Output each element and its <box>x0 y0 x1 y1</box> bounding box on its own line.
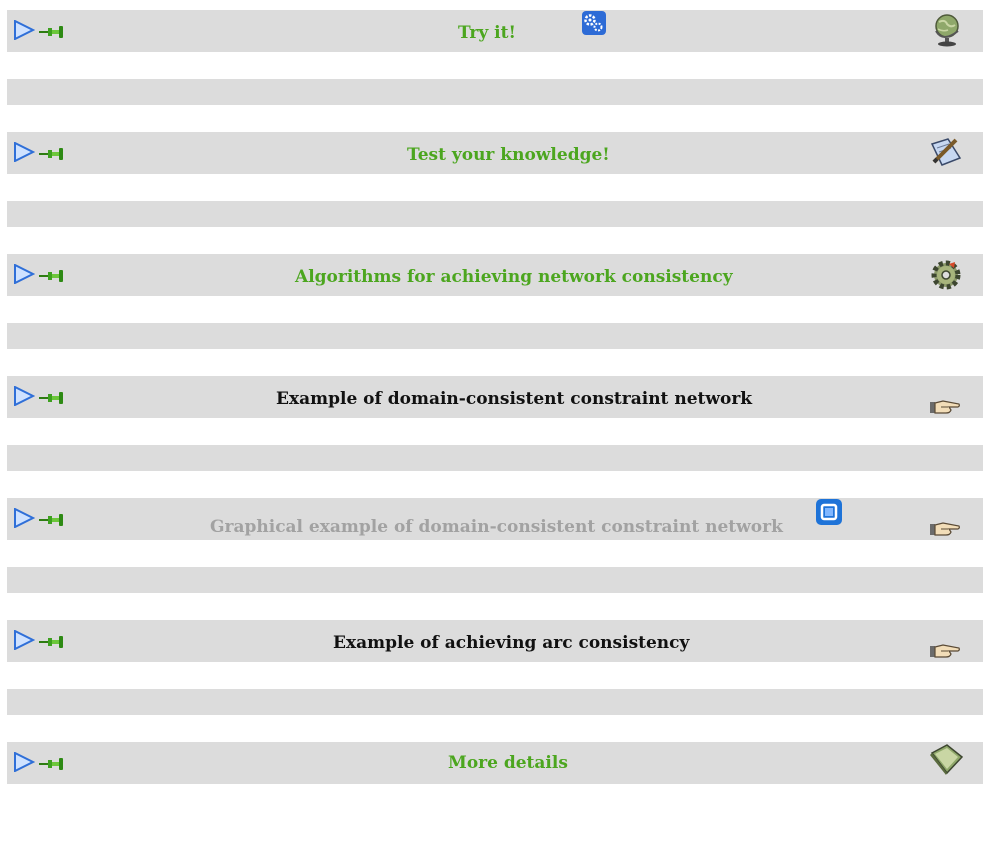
pencil-paper-icon[interactable] <box>928 136 964 168</box>
section-header[interactable]: Example of achieving arc consistency <box>7 620 983 662</box>
section-body <box>7 52 983 79</box>
section-arc-consistency: Example of achieving arc consistency <box>7 620 983 742</box>
section-title[interactable]: Try it! <box>458 23 516 43</box>
expand-arrow-icon[interactable] <box>13 386 35 406</box>
section-footer <box>7 79 983 105</box>
pointing-hand-icon[interactable] <box>929 398 961 416</box>
pin-icon[interactable] <box>38 146 66 162</box>
section-footer <box>7 445 983 471</box>
section-footer <box>7 567 983 593</box>
section-algorithms: Algorithms for achieving network consist… <box>7 254 983 376</box>
section-body <box>7 296 983 323</box>
section-graphical-example: Graphical example of domain-consistent c… <box>7 498 983 620</box>
section-body <box>7 418 983 445</box>
section-header[interactable]: Graphical example of domain-consistent c… <box>7 498 983 540</box>
pointing-hand-icon[interactable] <box>929 642 961 660</box>
section-title[interactable]: More details <box>448 753 568 773</box>
section-header[interactable]: Algorithms for achieving network consist… <box>7 254 983 296</box>
section-try-it: Try it! <box>7 10 983 132</box>
section-header[interactable]: More details <box>7 742 983 784</box>
section-body <box>7 540 983 567</box>
section-title[interactable]: Graphical example of domain-consistent c… <box>210 517 783 537</box>
expand-arrow-icon[interactable] <box>13 752 35 772</box>
section-title[interactable]: Algorithms for achieving network consist… <box>295 267 733 287</box>
cog-icon[interactable] <box>929 258 963 292</box>
section-header[interactable]: Test your knowledge! <box>7 132 983 174</box>
pin-icon[interactable] <box>38 634 66 650</box>
expand-arrow-icon[interactable] <box>13 630 35 650</box>
book-icon[interactable] <box>929 743 965 775</box>
section-body <box>7 174 983 201</box>
gears-icon[interactable] <box>582 11 606 35</box>
pin-icon[interactable] <box>38 512 66 528</box>
globe-icon[interactable] <box>933 13 961 47</box>
section-test-knowledge: Test your knowledge! <box>7 132 983 254</box>
section-footer <box>7 323 983 349</box>
section-header[interactable]: Example of domain-consistent constraint … <box>7 376 983 418</box>
section-example-domain-consistent: Example of domain-consistent constraint … <box>7 376 983 498</box>
window-icon[interactable] <box>816 499 842 525</box>
pin-icon[interactable] <box>38 756 66 772</box>
expand-arrow-icon[interactable] <box>13 20 35 40</box>
section-footer <box>7 201 983 227</box>
section-title[interactable]: Example of domain-consistent constraint … <box>276 389 752 409</box>
pin-icon[interactable] <box>38 390 66 406</box>
section-header[interactable]: Try it! <box>7 10 983 52</box>
pin-icon[interactable] <box>38 268 66 284</box>
section-body <box>7 662 983 689</box>
pointing-hand-icon[interactable] <box>929 520 961 538</box>
section-footer <box>7 689 983 715</box>
expand-arrow-icon[interactable] <box>13 264 35 284</box>
pin-icon[interactable] <box>38 24 66 40</box>
section-more-details: More details <box>7 742 983 864</box>
section-list: Try it! Test your knowledge! Algorithms … <box>7 10 983 864</box>
section-title[interactable]: Example of achieving arc consistency <box>333 633 689 653</box>
section-title[interactable]: Test your knowledge! <box>407 145 610 165</box>
expand-arrow-icon[interactable] <box>13 508 35 528</box>
expand-arrow-icon[interactable] <box>13 142 35 162</box>
